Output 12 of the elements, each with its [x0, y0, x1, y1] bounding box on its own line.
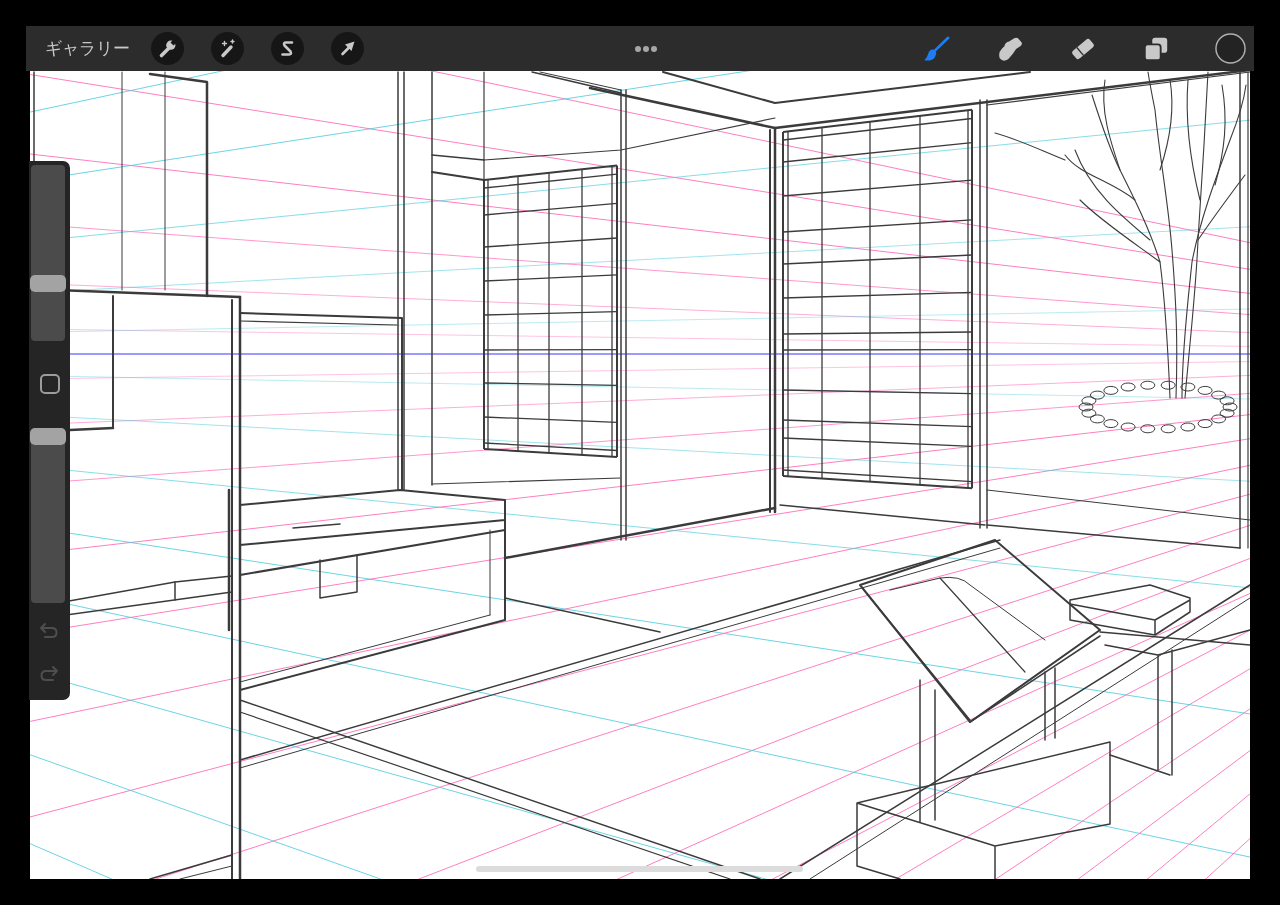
gallery-button[interactable]: ギャラリー: [45, 40, 130, 57]
more-icon[interactable]: [634, 45, 657, 52]
color-swatch-icon[interactable]: [1215, 33, 1246, 64]
magic-wand-icon[interactable]: [211, 32, 244, 65]
slider-thumb[interactable]: [30, 428, 66, 445]
s-curve-icon[interactable]: [271, 32, 304, 65]
opacity-slider[interactable]: [31, 428, 65, 603]
square-button[interactable]: [40, 374, 60, 394]
wrench-icon[interactable]: [151, 32, 184, 65]
slider-thumb[interactable]: [30, 274, 66, 292]
brush-icon[interactable]: [923, 34, 951, 63]
brush-size-slider[interactable]: [31, 165, 65, 341]
